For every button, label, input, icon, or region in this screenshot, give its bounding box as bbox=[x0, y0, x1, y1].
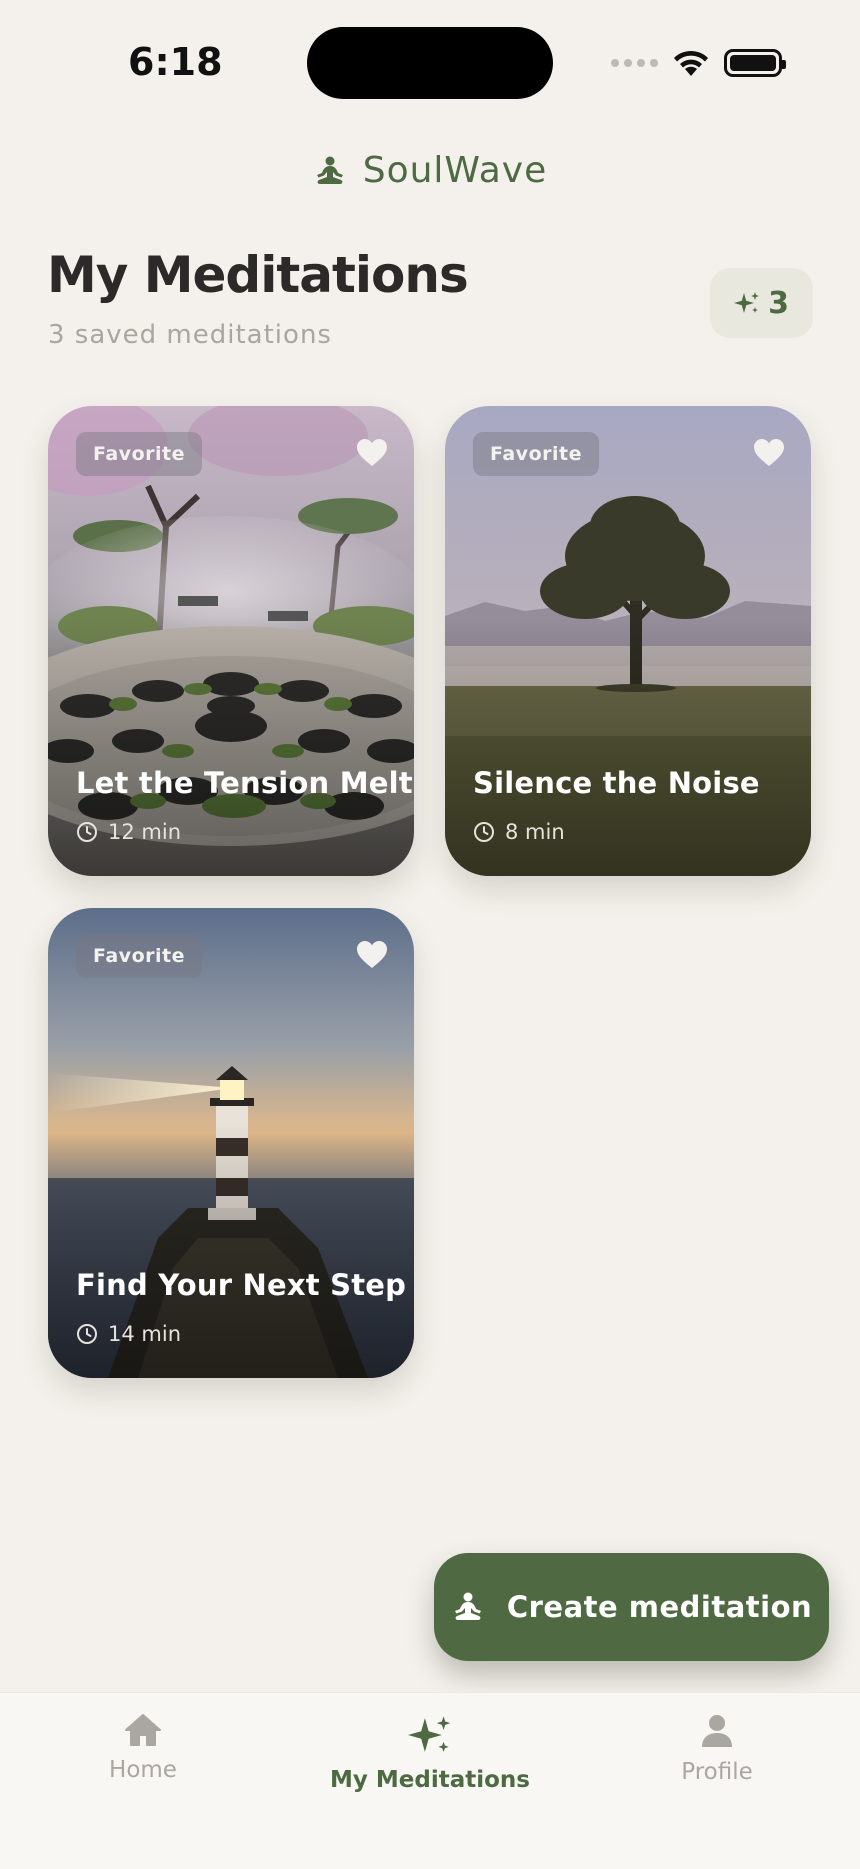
duration-label: 12 min bbox=[108, 820, 181, 844]
meditation-card[interactable]: Favorite Let the Tension Melt 12 min bbox=[48, 406, 414, 876]
home-indicator bbox=[290, 1844, 570, 1854]
wifi-icon bbox=[674, 50, 708, 76]
dynamic-island bbox=[307, 27, 553, 99]
card-title: Silence the Noise bbox=[473, 766, 760, 800]
card-duration: 8 min bbox=[473, 820, 565, 844]
brand-name: SoulWave bbox=[362, 150, 548, 191]
tab-home-label: Home bbox=[109, 1757, 177, 1783]
page-title: My Meditations bbox=[47, 246, 469, 304]
card-duration: 14 min bbox=[76, 1322, 181, 1346]
tab-home[interactable]: Home bbox=[0, 1713, 286, 1783]
tab-my-meditations-label: My Meditations bbox=[330, 1767, 530, 1793]
tab-my-meditations[interactable]: My Meditations bbox=[287, 1713, 573, 1793]
brand-header: SoulWave bbox=[0, 150, 860, 191]
duration-label: 8 min bbox=[505, 820, 565, 844]
card-title: Find Your Next Step bbox=[76, 1268, 407, 1302]
favorite-tag: Favorite bbox=[76, 432, 202, 476]
clock-icon bbox=[77, 822, 97, 842]
create-meditation-button[interactable]: Create meditation bbox=[434, 1553, 829, 1661]
favorite-tag: Favorite bbox=[76, 934, 202, 978]
create-meditation-label: Create meditation bbox=[506, 1590, 813, 1624]
heart-icon[interactable] bbox=[356, 940, 388, 970]
sparkle-icon bbox=[734, 292, 760, 313]
heart-icon[interactable] bbox=[356, 438, 388, 468]
clock-icon bbox=[474, 822, 494, 842]
heart-icon[interactable] bbox=[753, 438, 785, 468]
favorite-tag: Favorite bbox=[473, 432, 599, 476]
tab-profile-label: Profile bbox=[681, 1759, 753, 1785]
meditation-count-badge[interactable]: 3 bbox=[710, 268, 813, 338]
person-icon bbox=[702, 1715, 732, 1747]
home-icon bbox=[125, 1714, 161, 1746]
page-subtitle: 3 saved meditations bbox=[48, 320, 332, 350]
card-title: Let the Tension Melt bbox=[76, 766, 413, 800]
tab-profile[interactable]: Profile bbox=[574, 1713, 860, 1785]
status-bar: 6:18 bbox=[0, 0, 860, 120]
cellular-signal-icon bbox=[611, 59, 658, 67]
clock-icon bbox=[77, 1324, 97, 1344]
card-duration: 12 min bbox=[76, 820, 181, 844]
status-icons bbox=[611, 46, 786, 80]
meditation-icon bbox=[316, 156, 343, 184]
bottom-tab-bar: Home My Meditations Profile bbox=[0, 1692, 860, 1869]
meditation-card[interactable]: Favorite Silence the Noise 8 min bbox=[445, 406, 811, 876]
status-time: 6:18 bbox=[128, 40, 223, 84]
duration-label: 14 min bbox=[108, 1322, 181, 1346]
count-badge-value: 3 bbox=[768, 285, 789, 321]
battery-icon bbox=[724, 49, 786, 77]
meditation-icon bbox=[454, 1592, 481, 1620]
meditation-card[interactable]: Favorite Find Your Next Step 14 min bbox=[48, 908, 414, 1378]
sparkle-icon bbox=[408, 1716, 451, 1752]
